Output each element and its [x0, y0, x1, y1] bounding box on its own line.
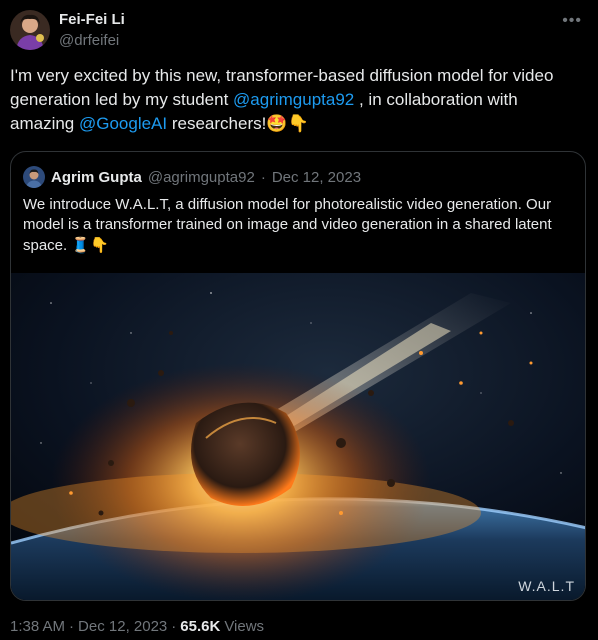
tweet-footer: 1:38 AM · Dec 12, 2023 · 65.6K Views — [10, 618, 264, 635]
quoted-author-handle[interactable]: @agrimgupta92 — [148, 169, 255, 186]
emoji-star-struck-pointing-down: 🤩👇 — [266, 114, 309, 134]
quoted-tweet-header: Agrim Gupta @agrimgupta92 · Dec 12, 2023 — [23, 166, 361, 188]
separator-dot: · — [171, 618, 177, 635]
more-horizontal-icon[interactable]: ••• — [562, 12, 582, 30]
author-handle[interactable]: @drfeifei — [59, 32, 119, 49]
mention-link-agrimgupta92[interactable]: @agrimgupta92 — [233, 90, 354, 109]
author-name[interactable]: Fei-Fei Li — [59, 11, 125, 28]
meteor-impact-image — [11, 273, 585, 600]
tweet-text-part: researchers! — [167, 114, 267, 133]
quoted-tweet-media[interactable]: W.A.L.T — [11, 273, 585, 600]
tweet-time[interactable]: 1:38 AM — [10, 618, 65, 635]
separator-dot: · — [69, 618, 75, 635]
tweet-date[interactable]: Dec 12, 2023 — [78, 618, 167, 635]
tweet-text: I'm very excited by this new, transforme… — [10, 64, 580, 136]
separator-dot: · — [260, 168, 266, 186]
views-count: 65.6K — [180, 618, 221, 635]
quoted-tweet-text: We introduce W.A.L.T, a diffusion model … — [23, 195, 575, 256]
emoji-thread-pointing-down: 🧵👇 — [71, 236, 109, 254]
quoted-tweet[interactable]: Agrim Gupta @agrimgupta92 · Dec 12, 2023… — [10, 151, 586, 601]
tweet-header: Fei-Fei Li @drfeifei ••• — [10, 10, 588, 54]
author-avatar[interactable] — [10, 10, 50, 50]
views-label: Views — [224, 618, 265, 635]
media-watermark: W.A.L.T — [518, 578, 575, 594]
quoted-author-name[interactable]: Agrim Gupta — [51, 169, 142, 186]
quoted-tweet-date[interactable]: Dec 12, 2023 — [272, 169, 361, 186]
mention-link-googleai[interactable]: @GoogleAI — [79, 114, 167, 133]
quoted-author-avatar[interactable] — [23, 166, 45, 188]
